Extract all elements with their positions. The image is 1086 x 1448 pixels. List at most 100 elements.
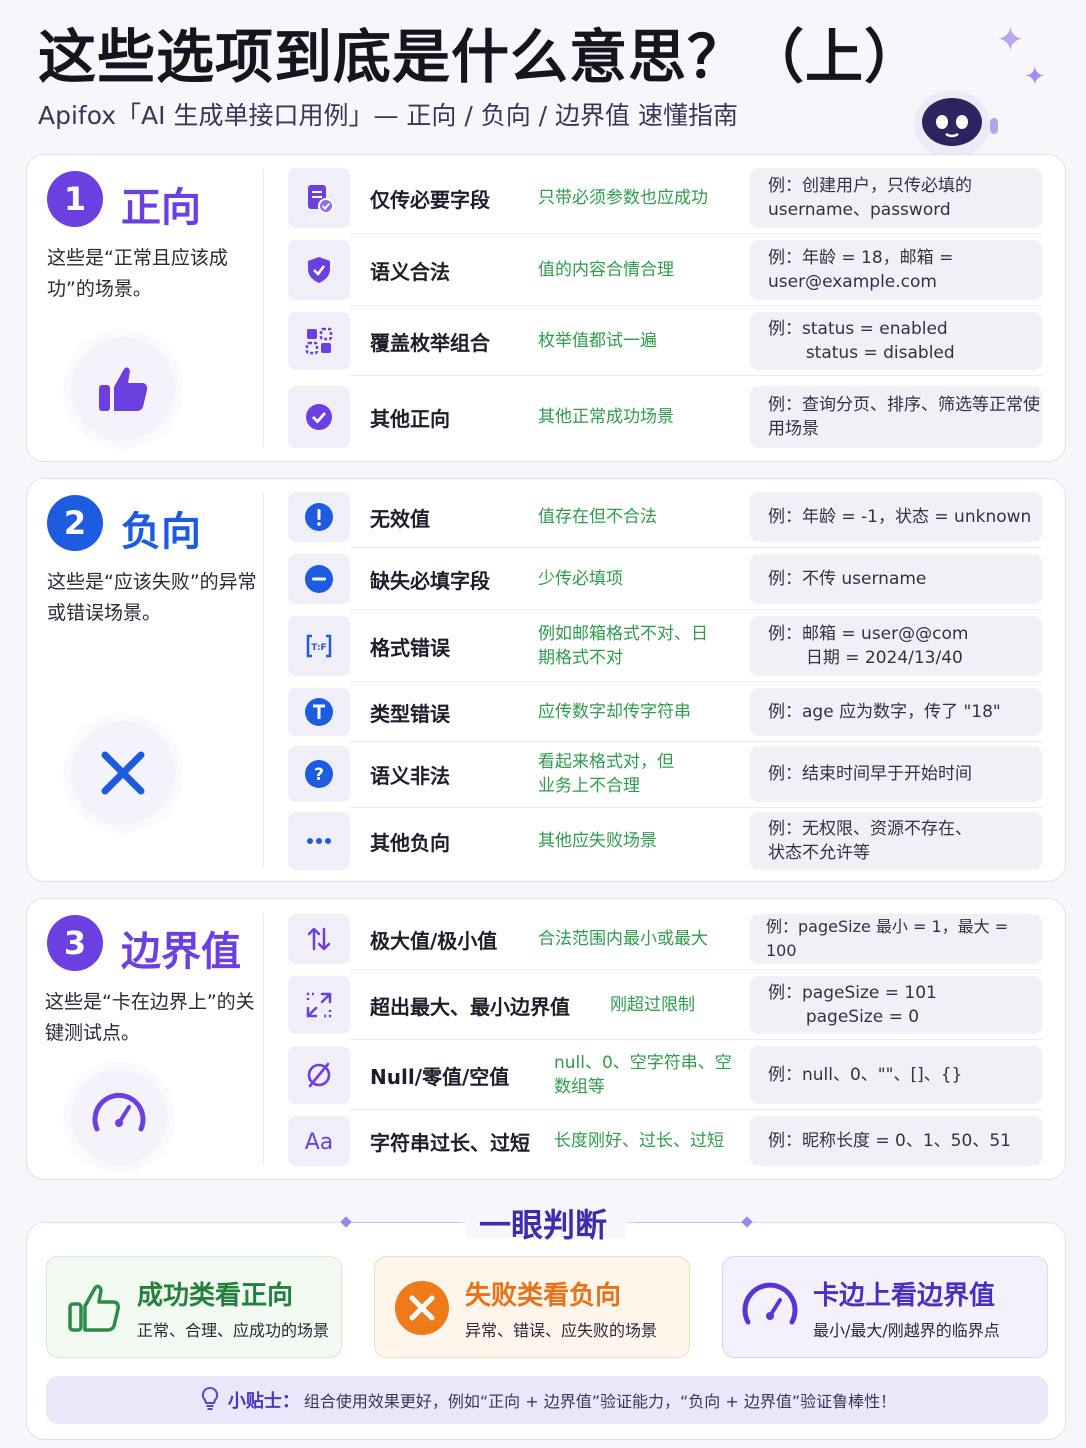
robot-mascot-icon xyxy=(908,82,1004,162)
svg-text:Aa: Aa xyxy=(305,1130,334,1155)
expand-arrows-icon xyxy=(288,976,350,1034)
list-item: 语义合法 值的内容合情合理 例：年龄 = 18，邮箱 = user@exampl… xyxy=(288,240,1042,306)
page-subtitle: Apifox「AI 生成单接口用例」— 正向 / 负向 / 边界值 速懂指南 xyxy=(38,101,738,130)
summary-card-negative: 失败类看负向 异常、错误、应失败的场景 xyxy=(374,1256,690,1358)
summary-card-positive: 成功类看正向 正常、合理、应成功的场景 xyxy=(46,1256,342,1358)
gauge-icon xyxy=(71,1069,167,1165)
section-divider xyxy=(263,493,264,867)
option-name: 类型错误 xyxy=(370,701,450,726)
option-name: 其他正向 xyxy=(370,406,450,431)
null-icon xyxy=(288,1046,350,1104)
cross-circle-icon xyxy=(389,1275,455,1341)
row-divider xyxy=(350,1109,1042,1110)
up-down-arrows-icon xyxy=(288,914,350,964)
option-name: 超出最大、最小边界值 xyxy=(370,994,570,1019)
section-description: 这些是“应该失败”的异常或错误场景。 xyxy=(47,571,257,624)
card-subtitle: 异常、错误、应失败的场景 xyxy=(465,1321,658,1340)
section-title: 负向 xyxy=(121,509,201,555)
row-divider xyxy=(350,609,1042,610)
card-subtitle: 最小/最大/刚越界的临界点 xyxy=(813,1321,1000,1340)
section-description: 这些是“卡在边界上”的关键测试点。 xyxy=(45,991,255,1044)
row-divider xyxy=(350,375,1042,376)
list-item: Null/零值/空值 null、0、空字符串、空数组等 例：null、0、""、… xyxy=(288,1046,1042,1110)
sparkle-icon: ✦ xyxy=(1024,62,1046,92)
list-item: 覆盖枚举组合 枚举值都试一遍 例：status = enabled status… xyxy=(288,312,1042,376)
question-icon: ? xyxy=(288,746,350,802)
list-item: 极大值/极小值 合法范围内最小或最大 例：pageSize 最小 = 1，最大 … xyxy=(288,914,1042,970)
thumbs-up-icon xyxy=(61,1275,127,1341)
option-desc: 长度刚好、过长、过短 xyxy=(554,1131,724,1151)
list-item: 无效值 值存在但不合法 例：年龄 = -1，状态 = unknown xyxy=(288,492,1042,548)
option-desc: 刚超过限制 xyxy=(610,995,695,1015)
option-example: 例：不传 username xyxy=(750,554,1042,604)
option-desc: 其他应失败场景 xyxy=(538,831,657,851)
card-subtitle: 正常、合理、应成功的场景 xyxy=(137,1321,330,1340)
section-number: 2 xyxy=(47,495,103,551)
list-item: T:F 格式错误 例如邮箱格式不对、日期格式不对 例：邮箱 = user@@co… xyxy=(288,616,1042,682)
option-example: 例：年龄 = 18，邮箱 = user@example.com xyxy=(750,240,1042,300)
option-desc: 看起来格式对，但业务上不合理 xyxy=(538,752,674,796)
row-divider xyxy=(350,741,1042,742)
option-example: 例：年龄 = -1，状态 = unknown xyxy=(750,492,1042,542)
option-name: 字符串过长、过短 xyxy=(370,1130,530,1155)
list-item: Aa 字符串过长、过短 长度刚好、过长、过短 例：昵称长度 = 0、1、50、5… xyxy=(288,1116,1042,1166)
list-item: 其他负向 其他应失败场景 例：无权限、资源不存在、状态不允许等 xyxy=(288,812,1042,870)
row-divider xyxy=(350,1039,1042,1040)
row-divider xyxy=(350,807,1042,808)
option-example: 例：pageSize 最小 = 1，最大 = 100 xyxy=(750,914,1042,964)
gauge-icon xyxy=(737,1275,803,1341)
cross-icon xyxy=(71,721,175,825)
option-desc: 应传数字却传字符串 xyxy=(538,702,691,722)
more-dots-icon xyxy=(288,812,350,870)
row-divider xyxy=(350,681,1042,682)
list-item: 仅传必要字段 只带必须参数也应成功 例：创建用户，只传必填的 username、… xyxy=(288,168,1042,234)
option-desc: 例如邮箱格式不对、日期格式不对 xyxy=(538,624,708,668)
option-example: 例：昵称长度 = 0、1、50、51 xyxy=(750,1116,1042,1166)
card-title: 卡边上看边界值 xyxy=(813,1281,996,1311)
shield-check-icon xyxy=(288,240,350,300)
option-desc: 枚举值都试一遍 xyxy=(538,331,657,351)
row-divider xyxy=(350,547,1042,548)
summary-title: 一眼判断 xyxy=(478,1206,607,1244)
option-desc: 少传必填项 xyxy=(538,569,623,589)
option-example: 例：创建用户，只传必填的 username、password xyxy=(750,168,1042,228)
svg-text:T:F: T:F xyxy=(311,643,326,653)
section-title: 正向 xyxy=(121,185,201,231)
option-example: 例：结束时间早于开始时间 xyxy=(750,746,1042,802)
list-item: 超出最大、最小边界值 刚超过限制 例：pageSize = 101 pageSi… xyxy=(288,976,1042,1040)
option-name: 极大值/极小值 xyxy=(370,928,498,953)
row-divider xyxy=(350,969,1042,970)
tip-label: 小贴士： xyxy=(227,1391,300,1412)
option-desc: 值的内容合情合理 xyxy=(538,260,674,280)
card-title: 失败类看负向 xyxy=(465,1281,622,1311)
tip-text: 组合使用效果更好，例如“正向 + 边界值”验证能力，“负向 + 边界值”验证鲁棒… xyxy=(303,1392,897,1411)
option-example: 例：查询分页、排序、筛选等正常使用场景 xyxy=(750,386,1042,448)
option-name: 语义非法 xyxy=(370,763,450,788)
option-example: 例：null、0、""、[]、{} xyxy=(750,1046,1042,1104)
option-desc: null、0、空字符串、空数组等 xyxy=(554,1053,732,1097)
lightbulb-icon xyxy=(198,1385,222,1415)
option-example: 例：邮箱 = user@@com 日期 = 2024/13/40 xyxy=(750,616,1042,676)
document-check-icon xyxy=(288,168,350,228)
option-example: 例：无权限、资源不存在、状态不允许等 xyxy=(750,812,1042,870)
section-divider xyxy=(263,169,264,447)
option-name: 缺失必填字段 xyxy=(370,568,490,593)
tip-bar: 小贴士： 组合使用效果更好，例如“正向 + 边界值”验证能力，“负向 + 边界值… xyxy=(46,1376,1048,1424)
option-name: 覆盖枚举组合 xyxy=(370,330,490,355)
section-title: 边界值 xyxy=(121,929,241,975)
option-name: 仅传必要字段 xyxy=(370,187,490,212)
page-title: 这些选项到底是什么意思？（上） xyxy=(38,23,924,91)
sparkle-icon: ✦ xyxy=(996,20,1025,60)
row-divider xyxy=(350,305,1042,306)
option-desc: 合法范围内最小或最大 xyxy=(538,929,708,949)
type-t-icon xyxy=(288,688,350,736)
option-desc: 其他正常成功场景 xyxy=(538,407,674,427)
option-example: 例：age 应为数字，传了 "18" xyxy=(750,688,1042,736)
thumbs-up-icon xyxy=(71,337,175,441)
exclamation-icon xyxy=(288,492,350,542)
list-item: ? 语义非法 看起来格式对，但业务上不合理 例：结束时间早于开始时间 xyxy=(288,746,1042,808)
list-item: 其他正向 其他正常成功场景 例：查询分页、排序、筛选等正常使用场景 xyxy=(288,386,1042,448)
list-item: 缺失必填字段 少传必填项 例：不传 username xyxy=(288,554,1042,610)
svg-text:?: ? xyxy=(314,765,324,785)
section-number: 3 xyxy=(47,915,103,971)
